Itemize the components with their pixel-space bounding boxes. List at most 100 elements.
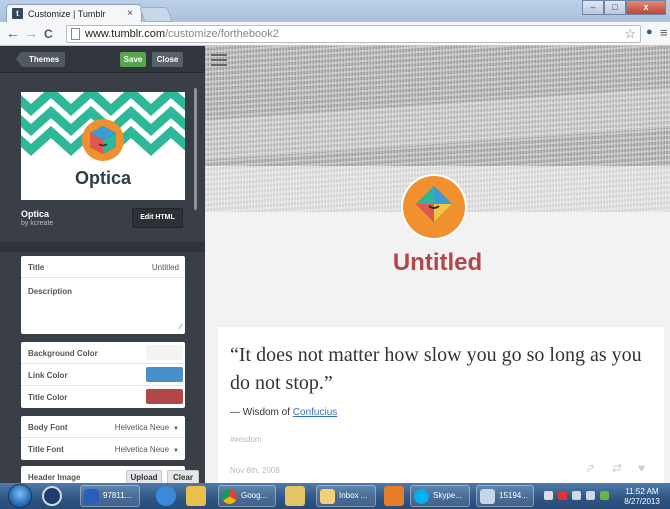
themes-button[interactable]: Themes [15, 52, 66, 67]
optica-avatar-icon [403, 176, 465, 238]
clock-date[interactable]: 8/27/2013 [622, 497, 662, 506]
optica-logo-icon [82, 119, 124, 161]
media-player-icon[interactable] [384, 486, 404, 506]
sidebar-divider [0, 242, 205, 252]
hp-icon[interactable] [42, 486, 62, 506]
colors-panel: Background Color Link Color Title Color [21, 342, 185, 408]
taskbar-item-label: 97811... [103, 491, 132, 500]
header-image-panel: Header Image Upload Clear [21, 466, 199, 483]
address-bar[interactable]: www.tumblr.com/customize/forthebook2 ☆ [66, 25, 641, 43]
blog-avatar [401, 174, 467, 240]
title-font-value: Helvetica Neue [114, 445, 170, 454]
theme-preview-card[interactable]: Optica [21, 92, 185, 200]
fonts-panel: Body Font Helvetica Neue ▼ Title Font Hel… [21, 416, 185, 460]
url-host: www.tumblr.com [85, 28, 166, 40]
taskbar-item-chrome[interactable]: Goog... [218, 485, 276, 507]
tray-alert-icon[interactable] [558, 491, 567, 500]
theme-author: by kcreate [21, 220, 54, 227]
save-button[interactable]: Save [120, 52, 146, 67]
windows-taskbar: 97811... Goog... Inbox ... Skype... 1519… [0, 483, 670, 509]
browser-tab[interactable]: t Customize | Tumblr × [6, 4, 142, 23]
edit-html-button[interactable]: Edit HTML [132, 208, 183, 228]
upload-button[interactable]: Upload [126, 470, 162, 483]
share-icon[interactable]: ⇗ [585, 461, 595, 475]
body-font-select[interactable]: Helvetica Neue ▼ [115, 423, 179, 432]
like-heart-icon[interactable]: ♥ [638, 461, 645, 475]
new-tab-button[interactable] [139, 7, 173, 22]
volume-icon[interactable] [572, 491, 581, 500]
source-link[interactable]: Confucius [293, 407, 337, 418]
word-doc-icon [84, 489, 99, 504]
clock-time[interactable]: 11:52 AM [622, 487, 662, 496]
window-close-button[interactable]: x [626, 0, 666, 15]
title-label: Title [28, 263, 45, 272]
clear-button[interactable]: Clear [167, 470, 199, 483]
url-path: /customize/forthebook2 [165, 28, 279, 40]
maximize-button[interactable]: □ [604, 0, 626, 15]
title-row[interactable]: Title Untitled [21, 256, 185, 278]
source-prefix: — Wisdom of [230, 407, 293, 418]
tray-expand-icon[interactable] [544, 491, 553, 500]
back-icon[interactable]: ← [6, 25, 20, 41]
minimize-button[interactable]: – [582, 0, 604, 15]
taskbar-item-label: Inbox ... [339, 491, 368, 500]
user-profile-icon[interactable]: ● [646, 26, 658, 40]
browser-toolbar: ← → C www.tumblr.com/customize/fortheboo… [0, 22, 670, 46]
taskbar-item-outlook[interactable]: Inbox ... [316, 485, 376, 507]
browser-menu-icon[interactable]: ≡ [660, 25, 668, 40]
link-color-row[interactable]: Link Color [21, 364, 185, 386]
tab-close-icon[interactable]: × [127, 8, 133, 19]
system-tray: 11:52 AM 8/27/2013 [538, 483, 670, 509]
taskbar-item-skype[interactable]: Skype... [410, 485, 470, 507]
customize-sidebar: Themes Save Close Optica Optica by kcrea… [0, 46, 205, 483]
start-button[interactable] [8, 484, 32, 508]
page-icon [71, 28, 80, 40]
post-date[interactable]: Nov 6th, 2008 [230, 466, 280, 475]
sidebar-scrollbar[interactable] [194, 88, 197, 210]
reload-icon[interactable]: C [44, 27, 53, 41]
resize-grip-icon[interactable]: ⁄⁄ [180, 324, 182, 331]
reblog-icon[interactable]: ⇄ [612, 461, 622, 475]
bookmark-star-icon[interactable]: ☆ [624, 26, 636, 42]
link-color-swatch[interactable] [146, 367, 183, 382]
taskbar-item-word[interactable]: 97811... [80, 485, 140, 507]
theme-card-name: Optica [74, 168, 131, 188]
folder-icon[interactable] [186, 486, 206, 506]
theme-name: Optica [21, 209, 50, 219]
internet-explorer-icon[interactable] [156, 486, 176, 506]
url-text: www.tumblr.com/customize/forthebook2 [85, 26, 279, 42]
title-font-label: Title Font [28, 445, 64, 454]
background-color-swatch[interactable] [146, 345, 183, 360]
browser-titlebar: t Customize | Tumblr × – □ x [0, 0, 670, 23]
sidebar-header: Themes Save Close [0, 46, 205, 73]
close-button[interactable]: Close [152, 52, 183, 67]
forward-icon[interactable]: → [24, 25, 38, 41]
skype-icon [414, 489, 429, 504]
post-tag[interactable]: #wisdom [230, 435, 262, 444]
chevron-down-icon: ▼ [173, 448, 179, 454]
header-image-label: Header Image [28, 473, 81, 482]
title-font-row[interactable]: Title Font Helvetica Neue ▼ [21, 438, 185, 460]
description-label: Description [28, 287, 73, 296]
title-value[interactable]: Untitled [152, 263, 179, 272]
explorer-icon[interactable] [285, 486, 305, 506]
post-quote-text: “It does not matter how slow you go so l… [230, 344, 642, 394]
taskbar-item-paint[interactable]: 15194... [476, 485, 534, 507]
body-font-value: Helvetica Neue [114, 423, 170, 432]
background-color-row[interactable]: Background Color [21, 342, 185, 364]
hamburger-menu-icon[interactable] [211, 54, 227, 68]
blog-title: Untitled [392, 249, 483, 276]
title-font-select[interactable]: Helvetica Neue ▼ [115, 445, 179, 454]
mail-icon [320, 489, 335, 504]
title-description-panel: Title Untitled Description ⁄⁄ [21, 256, 185, 334]
title-color-swatch[interactable] [146, 389, 183, 404]
body-font-row[interactable]: Body Font Helvetica Neue ▼ [21, 416, 185, 438]
title-color-row[interactable]: Title Color [21, 386, 185, 408]
background-color-label: Background Color [28, 349, 98, 358]
tray-app-icon[interactable] [600, 491, 609, 500]
taskbar-item-label: 15194... [499, 491, 528, 500]
network-icon[interactable] [586, 491, 595, 500]
quote-post: “It does not matter how slow you go so l… [218, 327, 664, 483]
window-controls: – □ x [582, 0, 666, 16]
header-image-row: Header Image Upload Clear [21, 466, 199, 483]
